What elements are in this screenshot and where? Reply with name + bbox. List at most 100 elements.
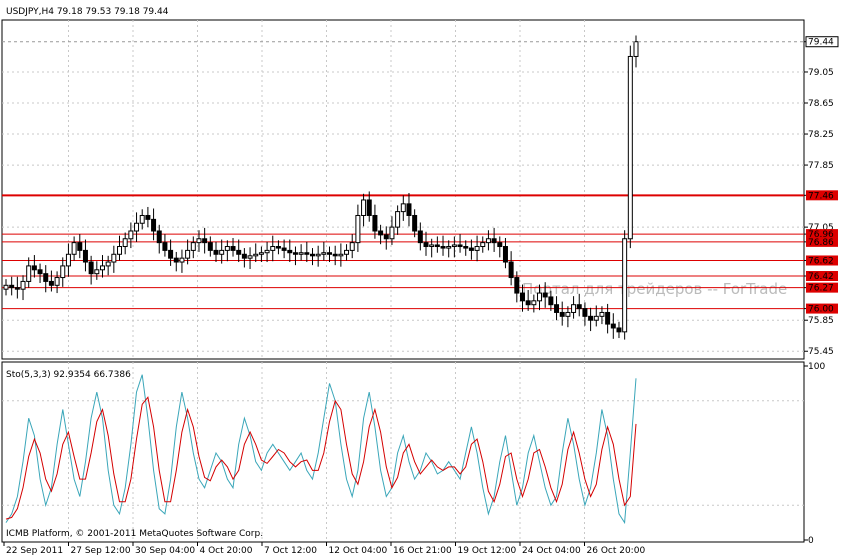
candle-body: [627, 55, 633, 240]
candle-body: [468, 247, 474, 251]
candle-body: [14, 287, 20, 290]
candle-body: [361, 199, 367, 216]
candle-body: [190, 242, 196, 251]
candle-body: [304, 252, 310, 255]
candle-body: [60, 265, 66, 279]
candle-body: [287, 249, 293, 254]
candle-body: [417, 230, 423, 244]
candle-body: [571, 304, 577, 313]
candle-body: [145, 214, 151, 220]
watermark-text: Портал для трейдеров -- ForTrade: [522, 280, 787, 298]
candle-body: [321, 252, 327, 255]
candle-body: [196, 238, 202, 244]
copyright-text: ICMB Platform, © 2001-2011 MetaQuotes So…: [6, 529, 263, 539]
candle-body: [236, 249, 242, 255]
candle-body: [117, 246, 123, 255]
candle-body: [423, 242, 429, 248]
candle-body: [400, 203, 406, 213]
candle-body: [179, 257, 185, 263]
candle-body: [88, 261, 94, 275]
price-tick-label: 76.86: [808, 238, 834, 248]
stochastic-tick-label: 100: [808, 362, 825, 372]
candle-body: [270, 246, 276, 251]
price-tick-label: 75.45: [808, 347, 834, 357]
candle-body: [258, 252, 264, 255]
candle-body: [162, 242, 168, 251]
candle-body: [247, 255, 253, 259]
candle-body: [616, 327, 622, 333]
candle-body: [593, 315, 599, 321]
candle-body: [134, 222, 140, 232]
candle-body: [559, 311, 565, 317]
candle-body: [389, 226, 395, 240]
price-tick-label: 75.85: [808, 316, 834, 326]
price-tick-label: 76.62: [808, 256, 834, 266]
candle-body: [519, 292, 525, 302]
time-axis: 22 Sep 2011 27 Sep 12:00 30 Sep 04:00 4 Oct…: [3, 542, 646, 556]
stochastic-panel: [1, 361, 805, 543]
price-tick-label: 79.44: [808, 38, 834, 48]
candle-body: [111, 253, 117, 263]
candle-body: [77, 242, 83, 251]
candle-body: [3, 284, 9, 290]
candle-body: [327, 252, 333, 255]
candle-body: [168, 249, 174, 259]
candle-body: [633, 41, 639, 57]
stochastic-tick-label: 0: [808, 536, 814, 546]
price-tick-label: 76.42: [808, 272, 834, 282]
price-tick-label: 79.05: [808, 68, 834, 78]
candle-body: [219, 249, 225, 255]
candle-body: [548, 296, 554, 306]
candle-body: [122, 238, 128, 248]
candle-body: [599, 311, 605, 317]
candle-body: [292, 252, 298, 255]
price-tick-label: 76.00: [808, 305, 834, 315]
candle-body: [54, 277, 60, 286]
candle-body: [230, 246, 236, 251]
candle-body: [406, 203, 412, 216]
candle-body: [491, 238, 497, 244]
candle-body: [65, 253, 71, 267]
candle-body: [338, 253, 344, 257]
price-tick-label: 77.46: [808, 191, 834, 201]
candle-body: [514, 277, 520, 294]
candle-body: [48, 280, 54, 286]
candle-body: [241, 253, 247, 259]
candle-body: [128, 230, 134, 240]
candle-body: [497, 242, 503, 248]
candle-body: [332, 253, 338, 257]
candle-body: [275, 246, 281, 249]
candle-body: [20, 280, 26, 290]
price-axis: 79.4479.0578.6578.2577.8577.4677.0576.96…: [804, 36, 839, 357]
candle-body: [610, 323, 616, 329]
candle-body: [202, 238, 208, 244]
candle-body: [309, 253, 315, 257]
chart-title: USDJPY,H4 79.18 79.53 79.18 79.44: [6, 7, 169, 17]
candle-body: [565, 311, 571, 317]
candle-body: [253, 253, 259, 257]
candle-body: [542, 292, 548, 298]
candle-body: [9, 284, 15, 289]
candle-body: [383, 234, 389, 240]
candle-body: [554, 304, 560, 313]
candle-body: [457, 244, 463, 248]
chart-root: Портал для трейдеров -- ForTrade 79.44 79…: [1, 7, 839, 556]
candle-body: [43, 273, 49, 282]
candle-body: [207, 242, 213, 251]
candle-body: [366, 199, 372, 216]
price-tick-label: 77.85: [808, 161, 834, 171]
candle-body: [224, 246, 230, 251]
candle-body: [463, 246, 469, 249]
candle-body: [99, 265, 105, 271]
candle-body: [412, 214, 418, 232]
candle-body: [71, 242, 77, 255]
candle-body: [576, 304, 582, 310]
time-tick-label: 26 Oct 20:00: [587, 546, 646, 556]
candle-body: [31, 265, 37, 271]
candle-body: [622, 238, 628, 333]
candle-body: [344, 249, 350, 255]
time-tick-label: 12 Oct 04:00: [329, 546, 388, 556]
candle-body: [185, 249, 191, 259]
candle-body: [480, 242, 486, 248]
time-tick-label: 27 Sep 12:00: [71, 546, 131, 556]
